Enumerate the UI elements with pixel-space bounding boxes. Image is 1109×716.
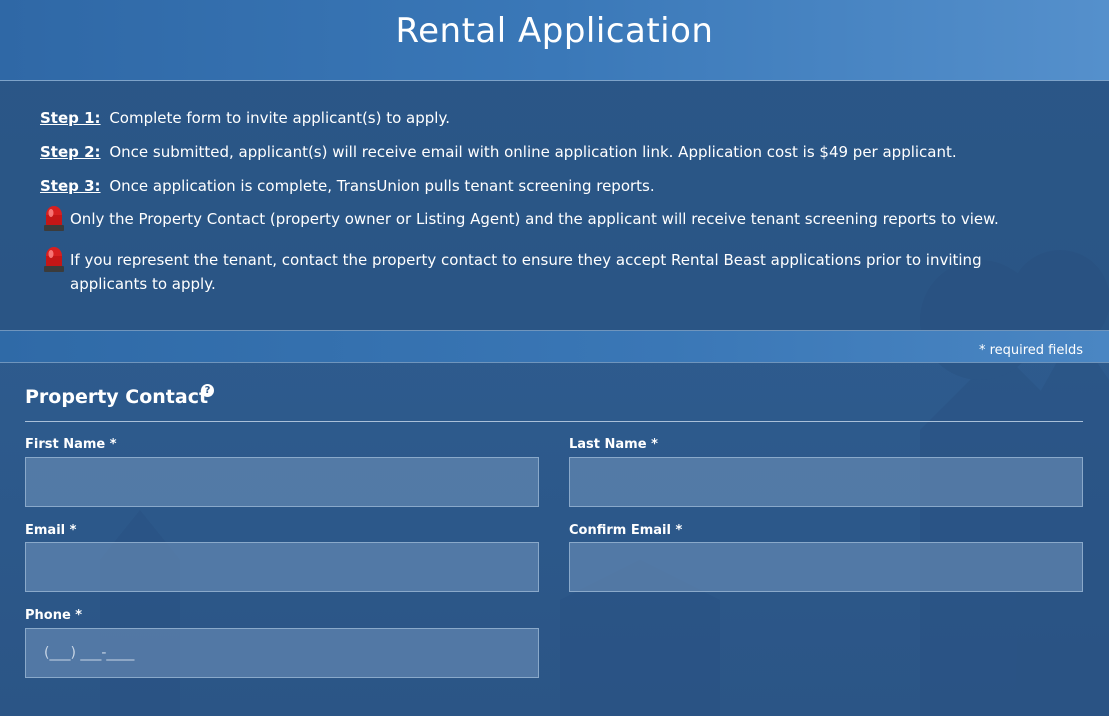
step-1: Step 1: Complete form to invite applican… (40, 109, 450, 127)
required-fields-note: * required fields (979, 343, 1083, 358)
step-2-text: Once submitted, applicant(s) will receiv… (109, 143, 956, 161)
last-name-label: Last Name * (569, 437, 658, 452)
alert-2-text: If you represent the tenant, contact the… (70, 248, 1002, 296)
step-1-label: Step 1: (40, 109, 101, 127)
confirm-email-label: Confirm Email * (569, 523, 682, 538)
page-title: Rental Application (396, 11, 714, 51)
property-contact-title: Property Contact (25, 386, 208, 408)
siren-icon (42, 205, 66, 233)
confirm-email-input[interactable] (569, 542, 1083, 592)
required-fields-bar: * required fields (0, 331, 1109, 363)
alert-1: Only the Property Contact (property owne… (42, 207, 1042, 233)
last-name-input[interactable] (569, 457, 1083, 507)
step-2: Step 2: Once submitted, applicant(s) wil… (40, 143, 957, 161)
help-icon[interactable]: ? (201, 384, 214, 397)
email-label: Email * (25, 523, 76, 538)
step-1-text: Complete form to invite applicant(s) to … (109, 109, 450, 127)
siren-icon (42, 246, 66, 274)
email-input[interactable] (25, 542, 539, 592)
instructions-panel: Step 1: Complete form to invite applican… (0, 81, 1109, 331)
phone-label: Phone * (25, 608, 82, 623)
step-2-label: Step 2: (40, 143, 101, 161)
section-divider (25, 421, 1083, 422)
first-name-label: First Name * (25, 437, 117, 452)
step-3: Step 3: Once application is complete, Tr… (40, 177, 655, 195)
page-header: Rental Application (0, 0, 1109, 81)
step-3-text: Once application is complete, TransUnion… (109, 177, 654, 195)
alert-2: If you represent the tenant, contact the… (42, 248, 1002, 296)
first-name-input[interactable] (25, 457, 539, 507)
phone-input[interactable] (25, 628, 539, 678)
step-3-label: Step 3: (40, 177, 101, 195)
alert-1-text: Only the Property Contact (property owne… (70, 207, 999, 231)
